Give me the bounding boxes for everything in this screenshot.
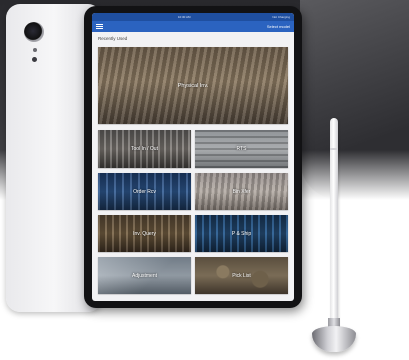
tile-label: Bin Xfer <box>232 188 251 195</box>
status-battery: Not Charging <box>272 15 290 19</box>
tile-rts[interactable]: RTS <box>195 130 288 168</box>
app-bar: Select model <box>92 21 294 32</box>
flash-icon <box>32 57 37 62</box>
tile-label: Inv. Query <box>133 230 156 237</box>
tile-order-rcv[interactable]: Order Rcv <box>98 173 191 210</box>
tile-label: Tool In / Out <box>131 146 158 152</box>
tablet-screen: 10:30 AM Not Charging Select model Recen… <box>92 13 294 301</box>
select-model-button[interactable]: Select model <box>267 24 290 29</box>
tile-label: Adjustment <box>131 272 157 279</box>
tablet-device: 10:30 AM Not Charging Select model Recen… <box>84 6 302 308</box>
tile-label: P & Ship <box>231 230 252 237</box>
tile-inv-query[interactable]: Inv. Query <box>98 215 191 252</box>
microphone-icon <box>33 48 37 52</box>
stylus-stand <box>312 326 356 352</box>
tile-tool-in-out[interactable]: Tool In / Out <box>98 130 191 168</box>
stylus-pencil <box>330 118 338 330</box>
section-title: Recently Used <box>98 36 128 41</box>
stylus-band <box>330 148 338 150</box>
hamburger-menu-icon[interactable] <box>96 24 103 29</box>
tile-label: RTS <box>236 146 247 152</box>
rear-camera-icon <box>24 22 44 42</box>
tile-label: Pick List <box>232 272 251 279</box>
tile-label: Order Rcv <box>133 188 156 195</box>
tile-bin-xfer[interactable]: Bin Xfer <box>195 173 288 210</box>
tile-adjustment[interactable]: Adjustment <box>98 257 191 294</box>
tile-label: Physical Inv. <box>177 82 209 89</box>
tile-physical-inventory[interactable]: Physical Inv. <box>98 47 288 124</box>
tile-pick-list[interactable]: Pick List <box>195 257 288 294</box>
status-bar: 10:30 AM Not Charging <box>92 13 294 21</box>
status-time: 10:30 AM <box>177 15 191 19</box>
tile-p-ship[interactable]: P & Ship <box>195 215 288 252</box>
